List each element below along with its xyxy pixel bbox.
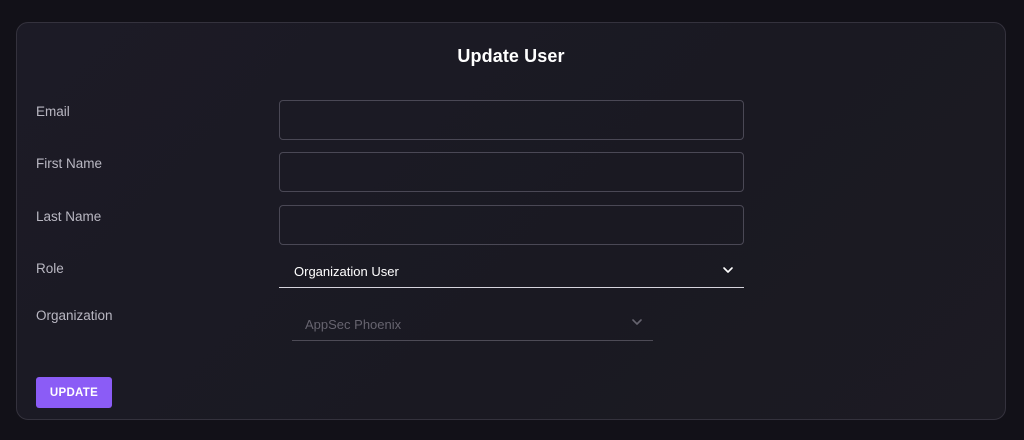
last-name-label: Last Name [36, 209, 102, 224]
role-selected-value: Organization User [294, 264, 399, 279]
first-name-label: First Name [36, 156, 103, 171]
email-field[interactable] [279, 100, 744, 140]
page-title: Update User [457, 46, 565, 66]
organization-select: AppSec Phoenix [292, 307, 653, 341]
organization-selected-value: AppSec Phoenix [305, 317, 402, 332]
role-select[interactable]: Organization User [279, 255, 744, 288]
update-button[interactable]: UPDATE [36, 377, 112, 408]
chevron-down-icon [632, 319, 642, 325]
first-name-field[interactable] [279, 152, 744, 192]
last-name-field[interactable] [279, 205, 744, 245]
update-user-card: Update User Email First Name Last Name R… [16, 22, 1006, 420]
chevron-down-icon [723, 267, 733, 273]
organization-label: Organization [36, 308, 113, 323]
email-label: Email [36, 104, 70, 119]
role-label: Role [36, 261, 64, 276]
